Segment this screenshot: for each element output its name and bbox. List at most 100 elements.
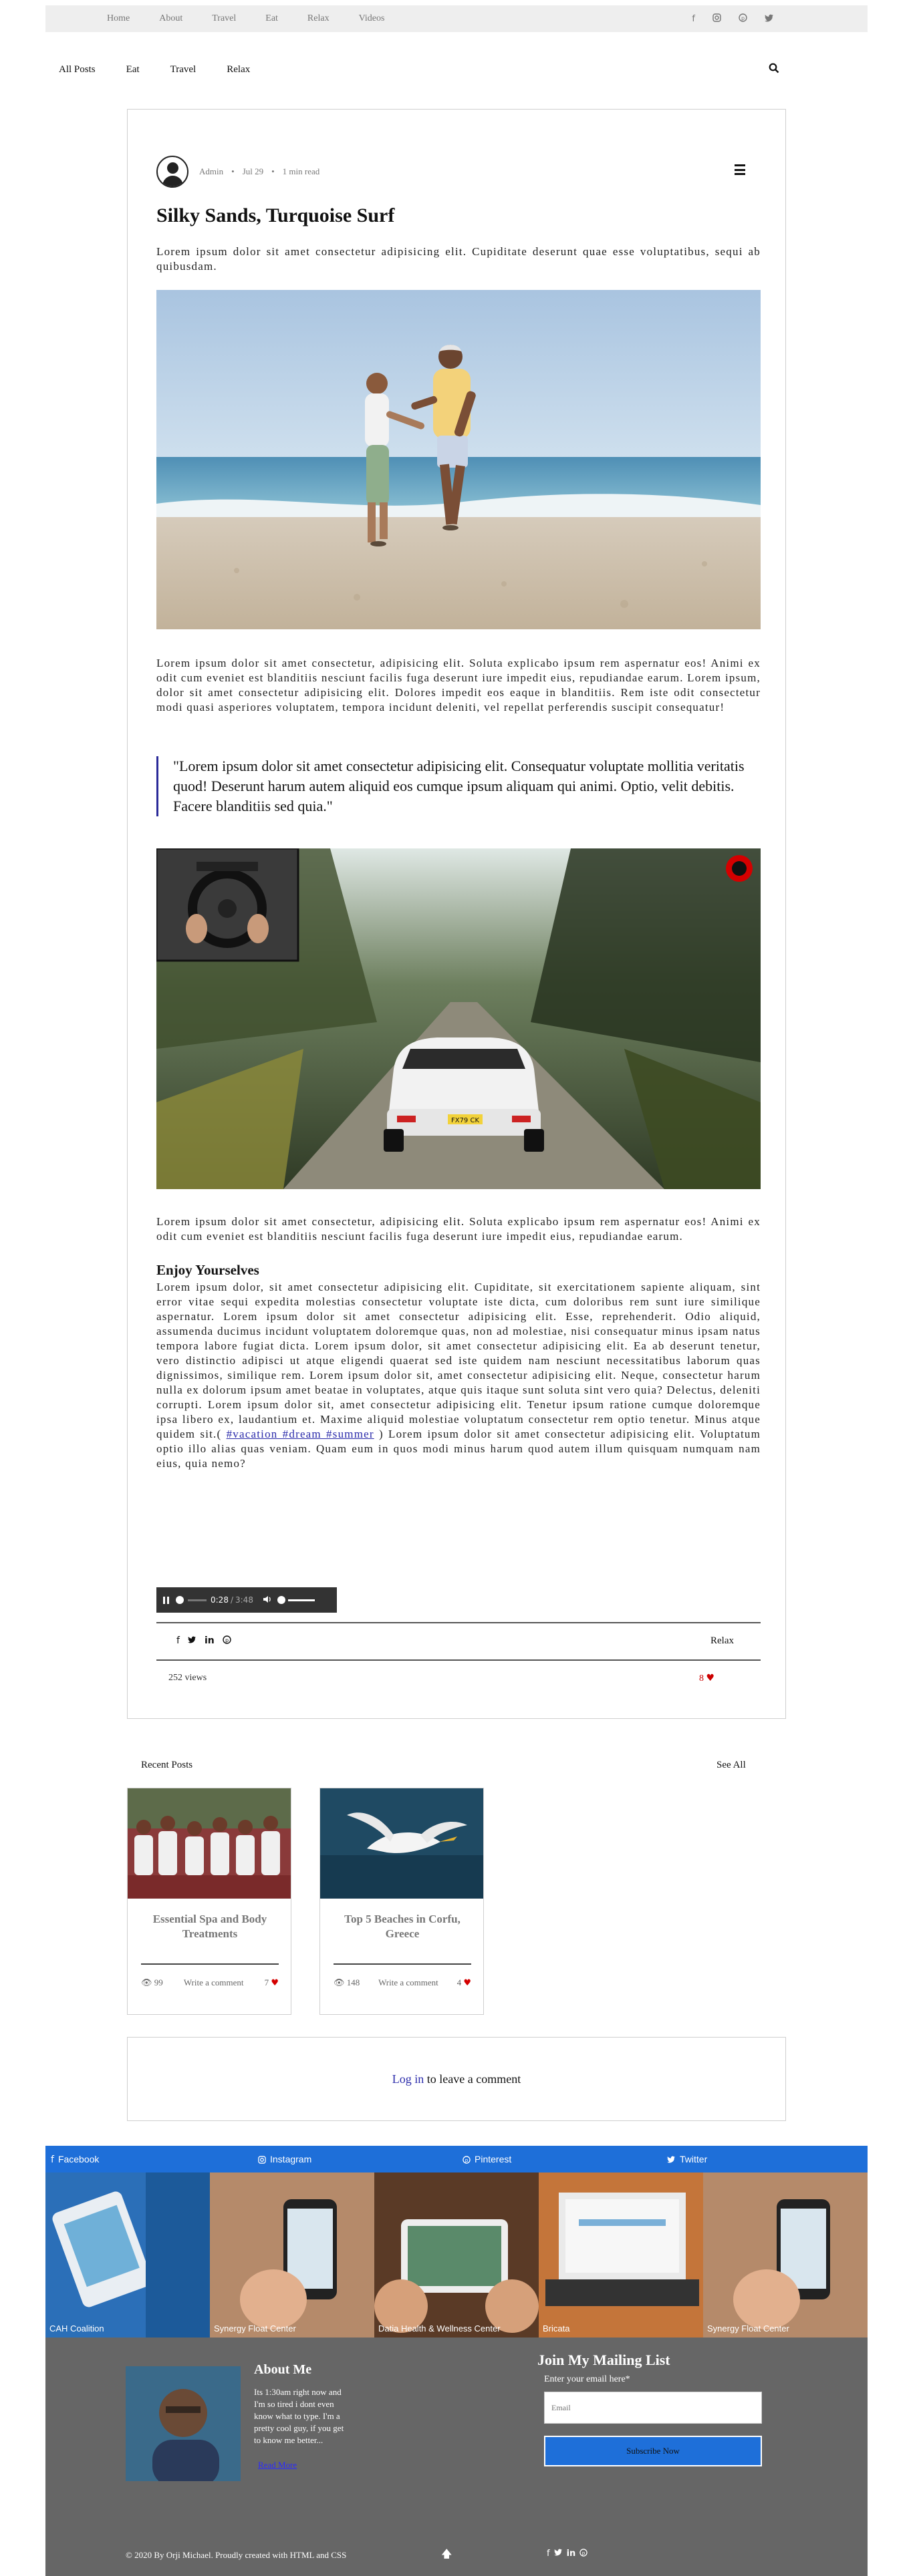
share-linkedin-icon[interactable]: in [205,1635,215,1647]
footer-instagram-link[interactable]: Instagram [258,2154,311,2166]
hero-image [156,290,761,629]
see-all-link[interactable]: See All [716,1760,746,1771]
portfolio-tiles: CAH Coalition Synergy Float Center Datia… [45,2172,868,2338]
recent-post-thumbnail[interactable] [320,1788,483,1899]
back-to-top-icon[interactable]: 🡅 [441,2547,452,2565]
nav-eat[interactable]: Eat [265,13,278,24]
share-icons: f in p [176,1635,231,1647]
recent-post-card[interactable]: Top 5 Beaches in Corfu, Greece 👁 148 Wri… [319,1788,484,2015]
volume-handle[interactable] [277,1596,285,1604]
recent-post-title[interactable]: Essential Spa and Body Treatments [141,1912,279,1941]
recent-post-meta: 👁 148 Write a comment 4 ♥ [334,1977,471,1988]
svg-text:p: p [582,2550,585,2556]
portfolio-tile[interactable]: Synergy Float Center [703,2172,868,2338]
category-travel[interactable]: Travel [170,64,197,75]
svg-text:p: p [741,15,745,21]
audio-seek-handle[interactable] [176,1596,184,1604]
license-plate: FX79 CK [451,1117,479,1124]
category-eat[interactable]: Eat [126,64,140,75]
hashtags-link[interactable]: #vacation #dream #summer [227,1428,374,1440]
tile-caption: Datia Health & Wellness Center [378,2323,501,2333]
share-facebook-icon[interactable]: f [176,1635,180,1647]
pinterest-icon[interactable]: p [739,13,747,24]
linkedin-icon[interactable]: in [567,2549,576,2559]
blog-post: Admin • Jul 29 • 1 min read Silky Sands,… [127,109,786,1719]
portfolio-tile[interactable]: Datia Health & Wellness Center [374,2172,539,2338]
share-twitter-icon[interactable] [188,1635,197,1647]
audio-total-time: 3:48 [235,1595,253,1605]
heart-icon[interactable]: ♥ [463,1978,471,1988]
write-comment-link[interactable]: Write a comment [378,1977,438,1988]
section-heading: Enjoy Yourselves [156,1262,259,1278]
author-avatar[interactable] [156,156,188,188]
nav-about[interactable]: About [159,13,182,24]
recent-post-meta: 👁 99 Write a comment 7 ♥ [141,1977,279,1988]
car-graphic: FX79 CK [384,1037,544,1152]
post-paragraph-3: Lorem ipsum dolor sit amet consectetur, … [156,1215,761,1243]
write-comment-link[interactable]: Write a comment [184,1977,244,1988]
post-paragraph-2: Lorem ipsum dolor sit amet consectetur, … [156,657,761,713]
portfolio-tile[interactable]: Synergy Float Center [210,2172,374,2338]
category-navigation: All Posts Eat Travel Relax [59,57,781,82]
about-heading: About Me [254,2362,312,2377]
tile-caption: Bricata [543,2323,570,2333]
instagram-icon [258,2155,266,2166]
recent-post-title[interactable]: Top 5 Beaches in Corfu, Greece [334,1912,471,1941]
post-paragraph-4: Lorem ipsum dolor, sit amet consectetur … [156,1281,761,1470]
email-label: Enter your email here* [544,2374,630,2384]
footer-pinterest-link[interactable]: p Pinterest [463,2154,511,2166]
facebook-icon[interactable]: f [692,15,695,23]
top-navigation: Home About Travel Eat Relax Videos f p [45,5,868,32]
video-player[interactable]: FX79 CK [156,848,761,1189]
pause-icon[interactable] [163,1596,169,1604]
post-blockquote: "Lorem ipsum dolor sit amet consectetur … [156,756,761,816]
facebook-icon[interactable]: f [547,2549,550,2559]
heart-icon[interactable]: ♥ [271,1978,279,1988]
pinterest-icon: p [463,2155,471,2166]
recent-post-card[interactable]: Essential Spa and Body Treatments 👁 99 W… [127,1788,291,2015]
post-menu-icon[interactable] [735,164,745,175]
twitter-icon[interactable] [765,14,774,24]
recent-post-thumbnail[interactable] [128,1788,291,1899]
tile-caption: CAH Coalition [49,2323,104,2333]
twitter-icon[interactable] [553,2549,563,2559]
subscribe-button[interactable]: Subscribe Now [544,2436,762,2466]
author-photo [126,2366,241,2481]
audio-current-time: 0:28 [211,1595,229,1605]
login-link[interactable]: Log in [392,2072,424,2086]
search-icon[interactable] [769,63,781,75]
category-all-posts[interactable]: All Posts [59,64,96,75]
top-nav-links: Home About Travel Eat Relax Videos [107,13,414,24]
nav-relax[interactable]: Relax [307,13,330,24]
footer-facebook-link[interactable]: f Facebook [51,2154,99,2165]
nav-home[interactable]: Home [107,13,130,24]
volume-track[interactable] [287,1599,315,1601]
eye-icon: 👁 [141,1978,152,1988]
top-social-icons: f p [692,5,774,32]
volume-icon[interactable] [263,1595,272,1605]
author-name[interactable]: Admin [199,166,223,177]
view-count: 252 views [168,1673,207,1683]
instagram-icon[interactable] [712,13,721,24]
social-bar: f Facebook Instagram p Pinterest Twitter [45,2146,868,2172]
nav-travel[interactable]: Travel [212,13,236,24]
like-count[interactable]: 8 ♥ [699,1673,714,1684]
svg-text:p: p [465,2157,469,2163]
email-field[interactable] [544,2392,762,2424]
post-category-link[interactable]: Relax [710,1635,734,1647]
nav-videos[interactable]: Videos [359,13,385,24]
audio-seek-track[interactable] [188,1599,207,1601]
category-relax[interactable]: Relax [227,64,250,75]
portfolio-tile[interactable]: CAH Coalition [45,2172,210,2338]
heart-icon[interactable]: ♥ [706,1673,715,1683]
share-pinterest-icon[interactable]: p [223,1635,231,1647]
login-prompt-text: to leave a comment [424,2072,521,2086]
footer-twitter-link[interactable]: Twitter [667,2154,707,2165]
footer-social-icons: f in p [547,2549,588,2559]
about-text: Its 1:30am right now and I'm so tired i … [254,2387,344,2445]
pinterest-icon[interactable]: p [579,2549,588,2559]
portfolio-tile[interactable]: Bricata [539,2172,703,2338]
post-intro: Lorem ipsum dolor sit amet consectetur a… [156,245,761,273]
read-more-link[interactable]: Read More [258,2460,297,2470]
copyright-text: © 2020 By Orji Michael. Proudly created … [126,2550,347,2560]
